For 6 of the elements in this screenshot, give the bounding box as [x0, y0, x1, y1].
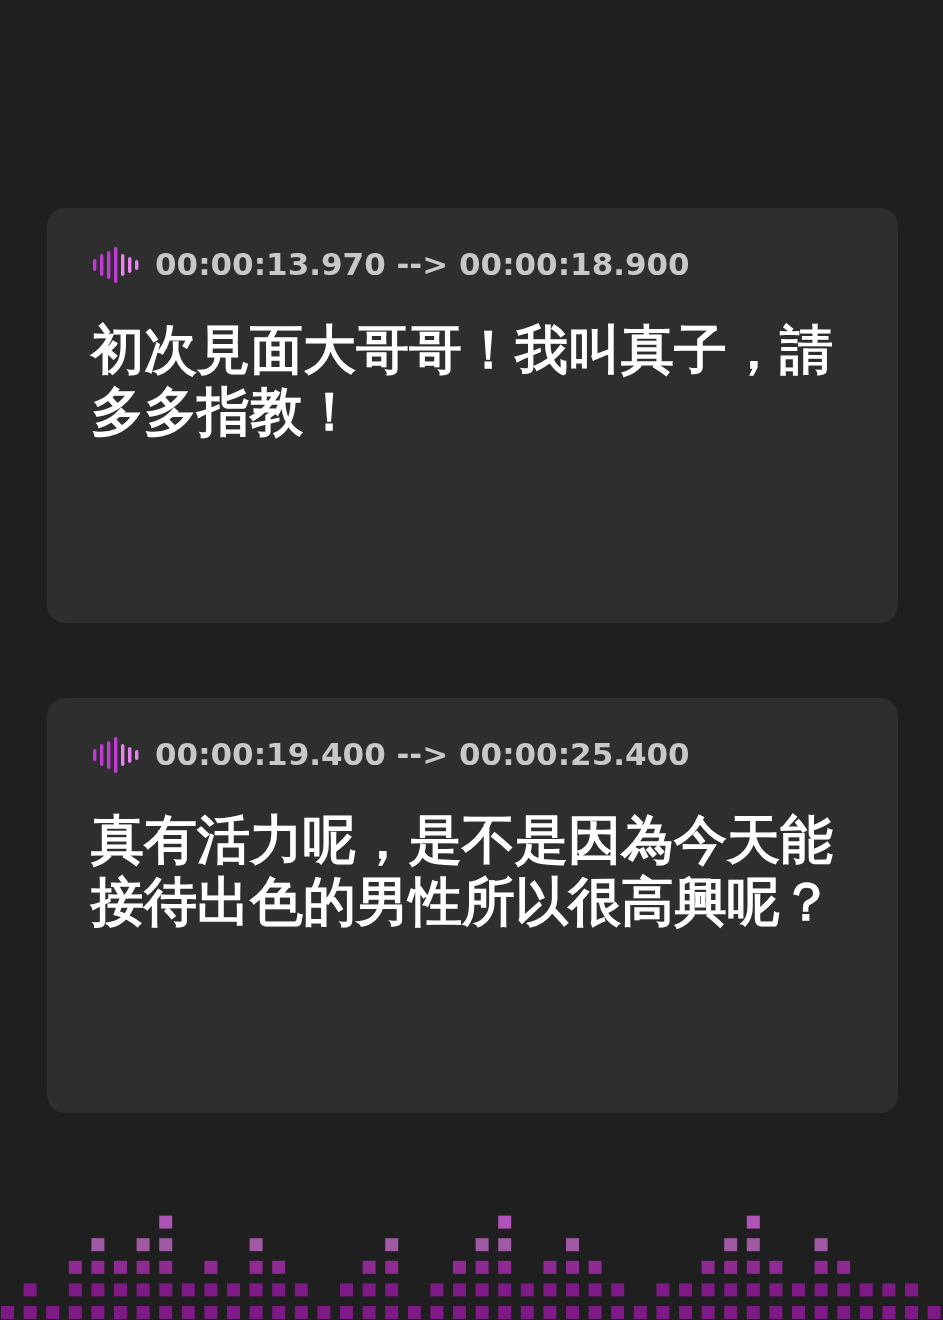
subtitle-text: 真有活力呢，是不是因為今天能接待出色的男性所以很高興呢？ [91, 809, 834, 934]
sound-wave-icon [91, 736, 139, 773]
subtitle-text: 初次見面大哥哥！我叫真子，請多多指教！ [91, 319, 834, 444]
timestamp: 00:00:19.400 --> 00:00:25.400 [155, 736, 690, 774]
sound-wave-icon [91, 246, 139, 283]
timestamp: 00:00:13.970 --> 00:00:18.900 [155, 246, 690, 284]
